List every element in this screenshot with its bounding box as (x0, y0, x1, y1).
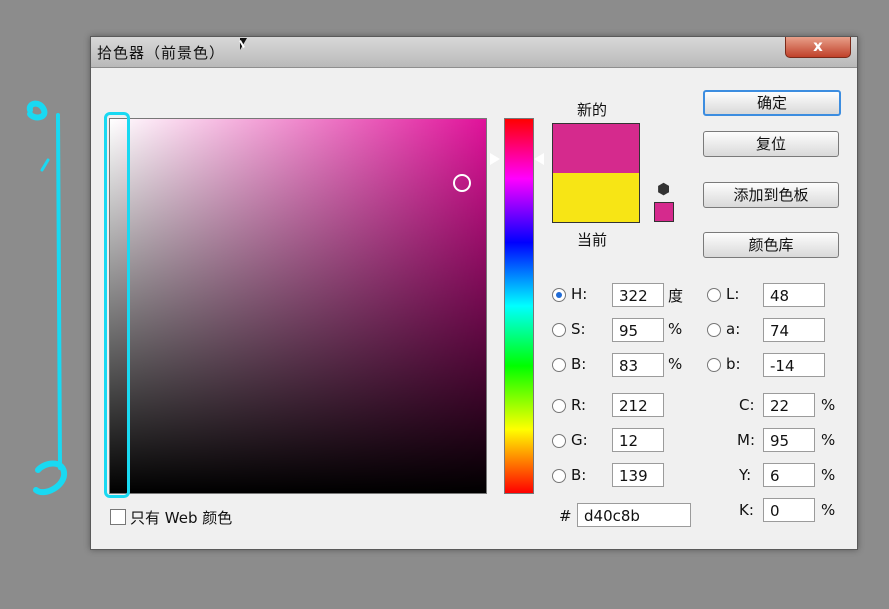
r-label: R: (571, 396, 587, 414)
k-label: K: (739, 501, 754, 519)
annotation-bottom-mark (33, 460, 68, 496)
k-input[interactable]: 0 (763, 498, 815, 522)
hex-label: # (559, 507, 572, 525)
m-input[interactable]: 95 (763, 428, 815, 452)
annotation-vertical-line (56, 113, 62, 470)
y-input[interactable]: 6 (763, 463, 815, 487)
b-radio[interactable] (552, 358, 566, 372)
h-input[interactable]: 322 (612, 283, 664, 307)
s-input[interactable]: 95 (612, 318, 664, 342)
y-unit: % (821, 466, 836, 484)
rgb-b-radio[interactable] (552, 469, 566, 483)
k-unit: % (821, 501, 836, 519)
hue-slider-left-handle-icon[interactable] (490, 153, 500, 165)
dialog-title: 拾色器（前景色） (97, 44, 226, 62)
annotation-dot-mark (26, 100, 48, 121)
ok-button[interactable]: 确定 (703, 90, 841, 116)
y-label: Y: (739, 466, 752, 484)
add-to-swatches-button[interactable]: 添加到色板 (703, 182, 839, 208)
b-unit: % (668, 355, 683, 373)
l-radio[interactable] (707, 288, 721, 302)
s-radio[interactable] (552, 323, 566, 337)
web-colors-only-label: 只有 Web 颜色 (130, 509, 233, 527)
hue-slider[interactable] (504, 118, 534, 494)
a-label: a: (726, 320, 741, 338)
a-input[interactable]: 74 (763, 318, 825, 342)
saturation-brightness-field[interactable] (109, 118, 487, 494)
hue-slider-right-handle-icon[interactable] (534, 153, 544, 165)
color-picker-dialog: 拾色器（前景色） x 新的 当前 ⬢ 确定 复位 添加到色板 颜色库 H: 32… (90, 36, 858, 550)
h-unit: 度 (668, 287, 684, 305)
m-unit: % (821, 431, 836, 449)
b-label: B: (571, 355, 587, 373)
g-input[interactable]: 12 (612, 428, 664, 452)
lab-b-radio[interactable] (707, 358, 721, 372)
title-bar[interactable]: 拾色器（前景色） x (91, 37, 857, 68)
hex-input[interactable]: d40c8b (577, 503, 691, 527)
current-color-label: 当前 (577, 231, 608, 249)
s-unit: % (668, 320, 683, 338)
mouse-cursor-icon (240, 38, 247, 50)
l-label: L: (726, 285, 740, 303)
h-radio[interactable] (552, 288, 566, 302)
c-unit: % (821, 396, 836, 414)
lab-b-label: b: (726, 355, 741, 373)
m-label: M: (737, 431, 755, 449)
h-label: H: (571, 285, 588, 303)
close-button[interactable]: x (785, 37, 851, 58)
reset-button[interactable]: 复位 (703, 131, 839, 157)
gamut-cube-icon[interactable]: ⬢ (657, 180, 670, 198)
g-label: G: (571, 431, 588, 449)
annotation-highlight-box (104, 112, 130, 498)
rgb-b-label: B: (571, 466, 587, 484)
color-comparison-swatch (552, 123, 640, 223)
a-radio[interactable] (707, 323, 721, 337)
r-input[interactable]: 212 (612, 393, 664, 417)
current-color-swatch[interactable] (553, 173, 639, 222)
web-colors-only-checkbox[interactable] (110, 509, 126, 525)
new-color-label: 新的 (577, 101, 608, 119)
lab-b-input[interactable]: -14 (763, 353, 825, 377)
c-label: C: (739, 396, 755, 414)
g-radio[interactable] (552, 434, 566, 448)
color-library-button[interactable]: 颜色库 (703, 232, 839, 258)
s-label: S: (571, 320, 586, 338)
b-input[interactable]: 83 (612, 353, 664, 377)
c-input[interactable]: 22 (763, 393, 815, 417)
new-color-swatch[interactable] (553, 124, 639, 173)
gamut-warning-swatch[interactable] (654, 202, 674, 222)
r-radio[interactable] (552, 399, 566, 413)
color-picker-ring-icon[interactable] (453, 174, 471, 192)
rgb-b-input[interactable]: 139 (612, 463, 664, 487)
l-input[interactable]: 48 (763, 283, 825, 307)
annotation-tick-mark (40, 158, 50, 172)
